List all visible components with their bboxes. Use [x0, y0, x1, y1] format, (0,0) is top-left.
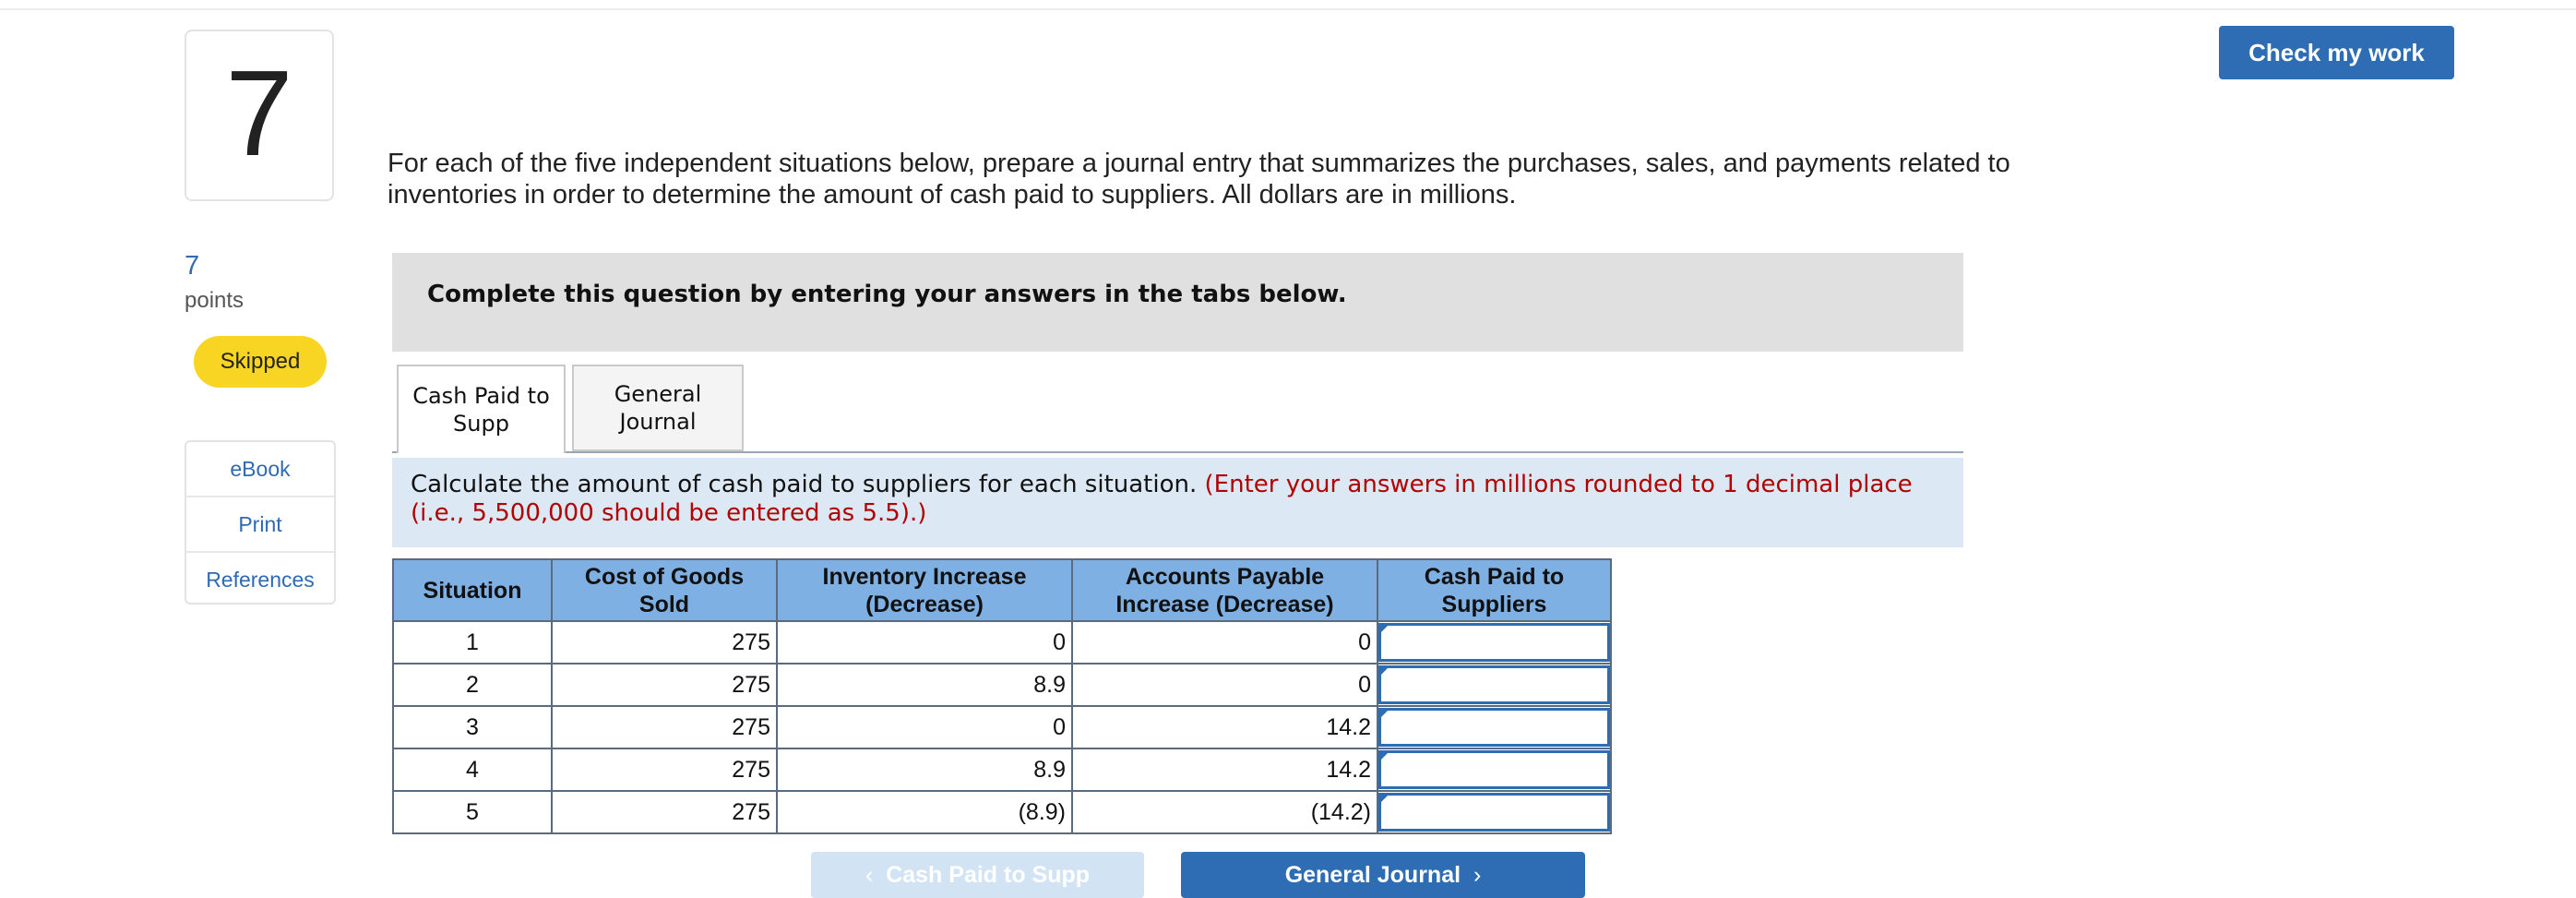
references-link[interactable]: References — [186, 553, 334, 606]
inventory-cell: 0 — [776, 705, 1073, 749]
inventory-cell: 0 — [776, 620, 1073, 665]
tab-label: General Journal — [614, 381, 702, 435]
cogs-cell: 275 — [551, 620, 778, 665]
cash-paid-cell — [1377, 663, 1612, 707]
table-header-row: Situation Cost of Goods Sold Inventory I… — [392, 558, 1612, 622]
question-number-box: 7 — [185, 30, 334, 201]
cash-paid-table: Situation Cost of Goods Sold Inventory I… — [392, 558, 1612, 834]
side-links-panel: eBook Print References — [185, 440, 336, 605]
input-marker-icon — [1379, 708, 1390, 719]
inventory-cell: 8.9 — [776, 663, 1073, 707]
cogs-cell: 275 — [551, 705, 778, 749]
cash-paid-input-2[interactable] — [1378, 665, 1610, 704]
chevron-left-icon: ‹ — [865, 861, 874, 888]
header-inventory: Inventory Increase (Decrease) — [776, 558, 1073, 622]
header-payable: Accounts Payable Increase (Decrease) — [1071, 558, 1378, 622]
table-row: 4 275 8.9 14.2 — [392, 748, 1612, 792]
input-marker-icon — [1379, 750, 1390, 761]
tab-label: Cash Paid to Supp — [412, 383, 550, 437]
payable-cell: 0 — [1071, 620, 1378, 665]
input-marker-icon — [1379, 665, 1390, 676]
table-row: 2 275 8.9 0 — [392, 663, 1612, 707]
payable-cell: 14.2 — [1071, 748, 1378, 792]
question-number: 7 — [225, 45, 293, 181]
table-row: 1 275 0 0 — [392, 620, 1612, 665]
status-badge: Skipped — [194, 336, 327, 388]
cash-paid-cell — [1377, 790, 1612, 834]
situation-cell: 2 — [392, 663, 553, 707]
question-text: For each of the five independent situati… — [388, 149, 2010, 210]
instructions-banner: Complete this question by entering your … — [392, 253, 1963, 352]
payable-cell: 0 — [1071, 663, 1378, 707]
tab-underline — [392, 451, 1963, 453]
payable-cell: (14.2) — [1071, 790, 1378, 834]
tab-general-journal[interactable]: General Journal — [572, 365, 744, 451]
cogs-cell: 275 — [551, 663, 778, 707]
header-cash-paid: Cash Paid to Suppliers — [1377, 558, 1612, 622]
cash-paid-input-4[interactable] — [1378, 750, 1610, 789]
print-link[interactable]: Print — [186, 497, 334, 553]
ebook-link[interactable]: eBook — [186, 442, 334, 497]
prev-tab-button[interactable]: ‹ Cash Paid to Supp — [811, 852, 1144, 898]
header-situation: Situation — [392, 558, 553, 622]
situation-cell: 1 — [392, 620, 553, 665]
header-cogs: Cost of Goods Sold — [551, 558, 778, 622]
points-label: points — [185, 288, 244, 313]
cash-paid-cell — [1377, 748, 1612, 792]
prev-tab-label: Cash Paid to Supp — [886, 861, 1091, 888]
next-tab-button[interactable]: General Journal › — [1181, 852, 1585, 898]
next-tab-label: General Journal — [1284, 861, 1461, 888]
inventory-cell: (8.9) — [776, 790, 1073, 834]
table-row: 3 275 0 14.2 — [392, 705, 1612, 749]
top-divider — [0, 8, 2576, 10]
cogs-cell: 275 — [551, 790, 778, 834]
table-row: 5 275 (8.9) (14.2) — [392, 790, 1612, 834]
cash-paid-cell — [1377, 620, 1612, 665]
situation-cell: 4 — [392, 748, 553, 792]
input-marker-icon — [1379, 793, 1390, 804]
cash-paid-cell — [1377, 705, 1612, 749]
situation-cell: 3 — [392, 705, 553, 749]
payable-cell: 14.2 — [1071, 705, 1378, 749]
tab-cash-paid-to-supp[interactable]: Cash Paid to Supp — [397, 365, 566, 453]
input-marker-icon — [1379, 623, 1390, 634]
situation-cell: 5 — [392, 790, 553, 834]
cash-paid-input-3[interactable] — [1378, 708, 1610, 747]
cogs-cell: 275 — [551, 748, 778, 792]
instruction-main: Calculate the amount of cash paid to sup… — [411, 471, 1198, 498]
chevron-right-icon: › — [1473, 861, 1482, 888]
check-my-work-button[interactable]: Check my work — [2219, 26, 2454, 79]
instruction-box: Calculate the amount of cash paid to sup… — [392, 458, 1963, 547]
cash-paid-input-5[interactable] — [1378, 793, 1610, 832]
inventory-cell: 8.9 — [776, 748, 1073, 792]
cash-paid-input-1[interactable] — [1378, 623, 1610, 662]
points-value: 7 — [185, 251, 200, 281]
